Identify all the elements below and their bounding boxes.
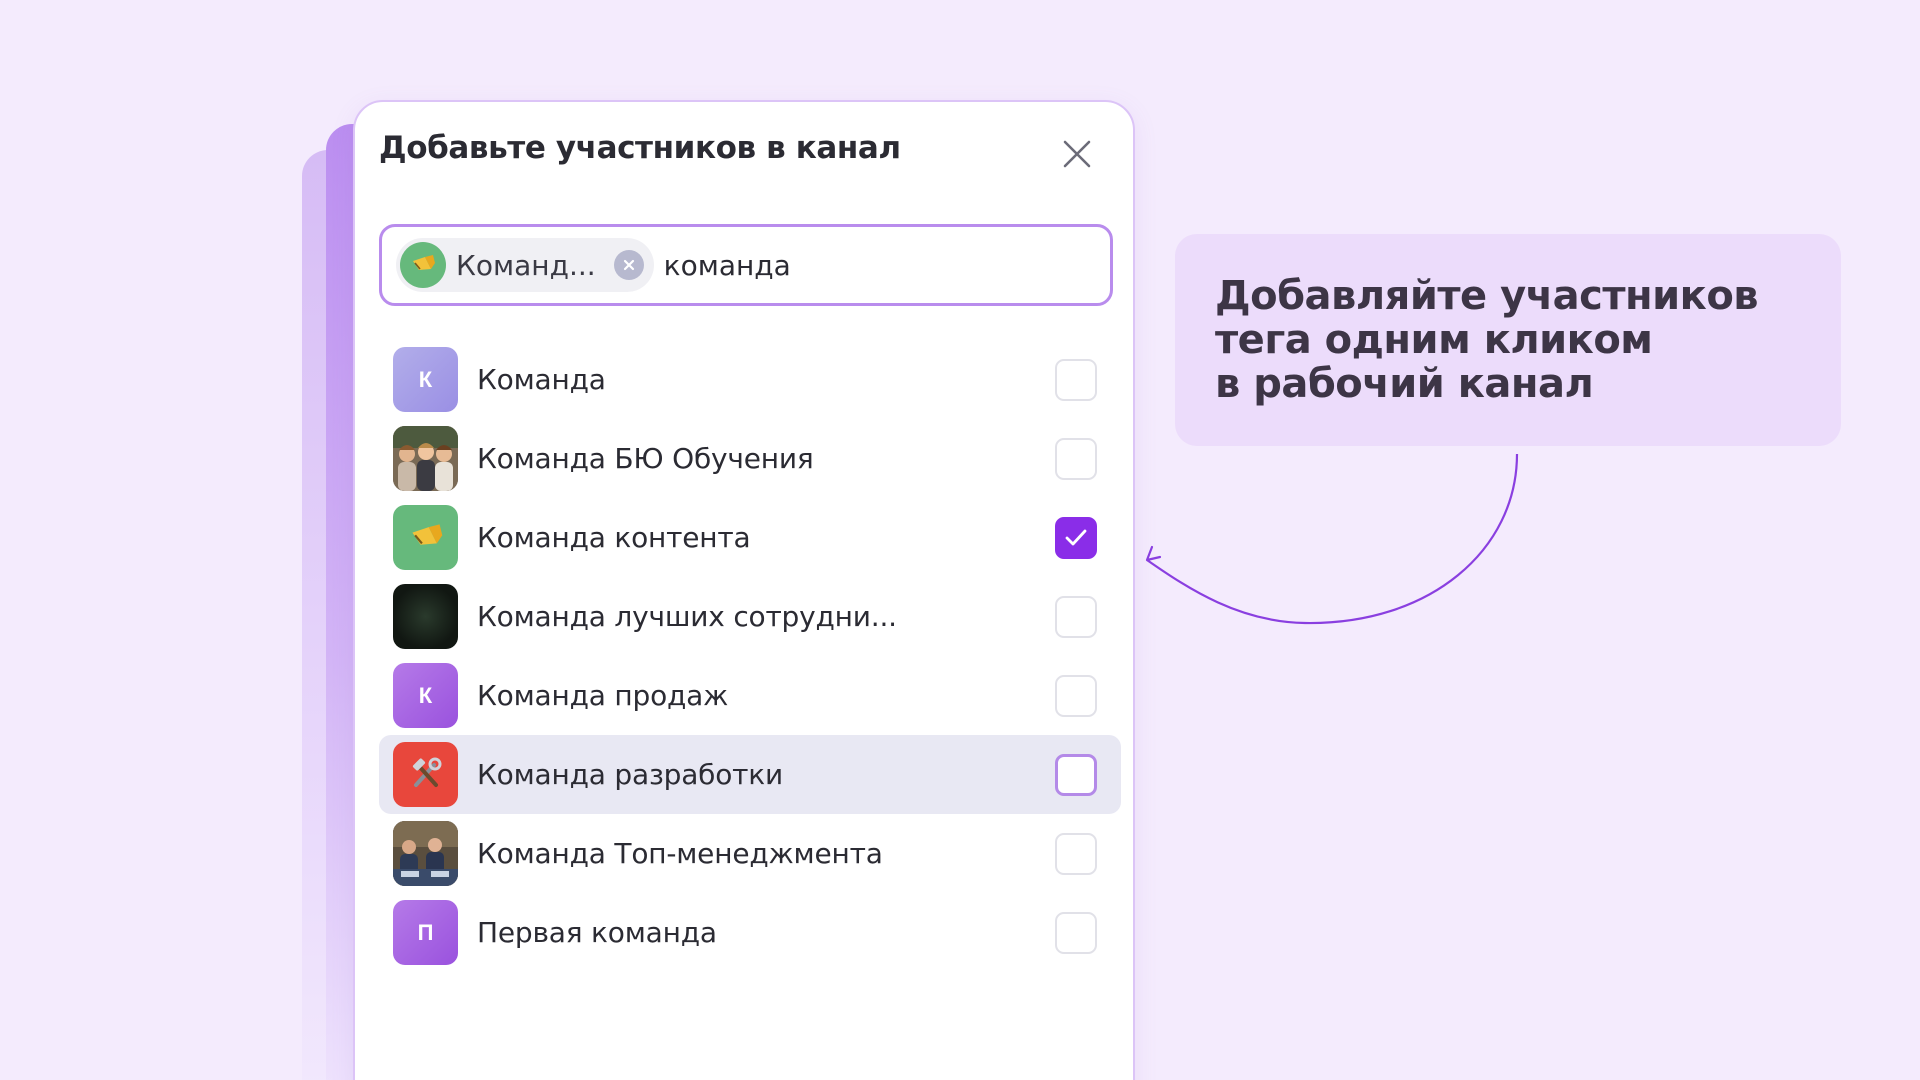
info-card: Добавляйте участников тега одним кликом … — [1175, 234, 1841, 446]
hammer-wrench-icon — [393, 742, 458, 807]
selected-tag-chip[interactable]: Команд... — [396, 238, 654, 292]
list-item[interactable]: П Первая команда — [379, 893, 1121, 972]
chip-remove-button[interactable] — [613, 250, 644, 280]
close-icon — [1063, 140, 1091, 168]
channel-list: К Команда Команда БЮ Обучения Команда ко… — [379, 340, 1121, 972]
list-item-checkbox[interactable] — [1055, 832, 1097, 875]
info-line-1: Добавляйте участников — [1215, 273, 1759, 319]
group-photo-avatar — [393, 426, 458, 491]
avatar-letter: К — [418, 366, 433, 392]
dark-photo-avatar — [393, 584, 458, 649]
info-line-3: в рабочий канал — [1215, 361, 1594, 407]
list-item-checkbox-checked[interactable] — [1055, 516, 1097, 559]
list-item-label: Команда продаж — [477, 679, 729, 712]
letter-avatar: П — [393, 900, 458, 965]
list-item[interactable]: К Команда — [379, 340, 1121, 419]
list-item-checkbox[interactable] — [1055, 674, 1097, 717]
list-item-label: Команда лучших сотрудни... — [477, 600, 897, 633]
letter-avatar: К — [393, 347, 458, 412]
list-item-checkbox[interactable] — [1055, 358, 1097, 401]
avatar-letter: К — [418, 682, 433, 708]
list-item-label: Команда БЮ Обучения — [477, 442, 814, 475]
list-item-checkbox[interactable] — [1055, 753, 1097, 796]
curved-arrow-icon — [1145, 453, 1519, 625]
list-item[interactable]: Команда лучших сотрудни... — [379, 577, 1121, 656]
list-item-checkbox[interactable] — [1055, 437, 1097, 480]
info-text: Добавляйте участников тега одним кликом … — [1215, 274, 1815, 406]
list-item-hovered[interactable]: Команда разработки — [379, 735, 1121, 814]
search-field[interactable]: Команд... — [379, 224, 1113, 306]
list-item-checkbox[interactable] — [1055, 595, 1097, 638]
list-item-label: Команда — [477, 363, 606, 396]
list-item[interactable]: Команда контента — [379, 498, 1121, 577]
megaphone-icon — [400, 242, 446, 288]
list-item-label: Команда разработки — [477, 758, 783, 791]
office-photo-avatar — [393, 821, 458, 886]
add-members-dialog: Добавьте участников в канал Команд... ко… — [353, 100, 1135, 1080]
remove-icon — [623, 259, 634, 271]
check-icon — [1065, 529, 1087, 545]
list-item[interactable]: Команда Топ-менеджмента — [379, 814, 1121, 893]
close-button[interactable] — [1055, 132, 1099, 176]
info-line-2: тега одним кликом — [1215, 317, 1653, 363]
list-item-label: Команда Топ-менеджмента — [477, 837, 883, 870]
list-item[interactable]: К Команда продаж — [379, 656, 1121, 735]
search-input[interactable] — [663, 240, 1024, 290]
list-item[interactable]: Команда БЮ Обучения — [379, 419, 1121, 498]
letter-avatar: К — [393, 663, 458, 728]
list-item-checkbox[interactable] — [1055, 911, 1097, 954]
dialog-title: Добавьте участников в канал — [379, 130, 901, 166]
megaphone-icon — [393, 505, 458, 570]
list-item-label: Команда контента — [477, 521, 751, 554]
avatar-letter: П — [417, 919, 434, 945]
list-item-label: Первая команда — [477, 916, 717, 949]
chip-label: Команд... — [456, 248, 596, 282]
